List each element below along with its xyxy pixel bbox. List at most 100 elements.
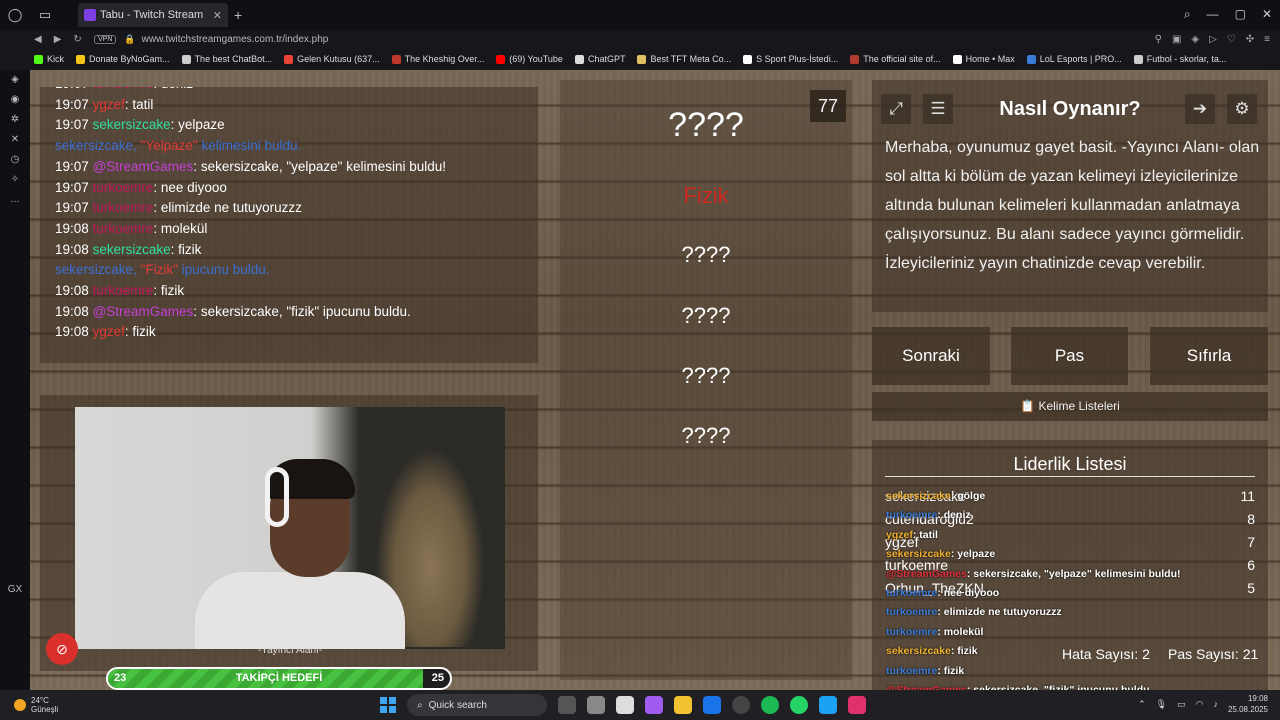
bookmark-label: Futbol - skorlar, ta... xyxy=(1146,54,1227,64)
heart-icon[interactable]: ♡ xyxy=(1227,34,1236,45)
chat-message: 19:08 turkoemre: fizik xyxy=(55,283,185,299)
clock-time: 19:08 xyxy=(1247,694,1268,703)
leader-score: 5 xyxy=(1247,580,1255,596)
clock-icon[interactable]: ◷ xyxy=(11,154,20,165)
leader-score: 8 xyxy=(1247,511,1255,527)
settings-gear-icon[interactable]: ⚙ xyxy=(1227,94,1257,124)
extensions-icon[interactable]: ✣ xyxy=(1246,34,1254,45)
tab-active[interactable]: Tabu - Twitch Stream ✕ xyxy=(78,3,228,27)
chat-username[interactable]: @StreamGames xyxy=(93,159,194,174)
clock[interactable]: 19:08 25.08.2025 xyxy=(1228,693,1268,715)
bookmark-label: The Kheshig Over... xyxy=(404,54,485,64)
chat-username[interactable]: sekersizcake xyxy=(93,117,171,132)
exit-icon[interactable]: ➔ xyxy=(1185,94,1215,124)
chat-username[interactable]: turkoemre xyxy=(93,221,154,236)
opera-gx-icon[interactable] xyxy=(732,696,750,714)
chat-text: yelpaze xyxy=(178,117,225,133)
chat-username[interactable]: sekersizcake xyxy=(93,242,171,257)
opera-logo-icon[interactable]: ◯ xyxy=(0,0,30,30)
maximize-icon[interactable]: ▢ xyxy=(1235,7,1246,22)
record-button[interactable]: ⊘ xyxy=(46,633,78,665)
overlay-chat-message: turkoemre: nee diyooo xyxy=(886,587,999,599)
notice-text: kelimesini buldu. xyxy=(201,138,302,154)
menu-icon[interactable]: ≡ xyxy=(1264,34,1270,45)
spotify-icon[interactable] xyxy=(761,696,779,714)
overlay-chat-message: sekersizcake: gölge xyxy=(886,490,985,502)
reset-button[interactable]: Sıfırla xyxy=(1150,327,1268,385)
x-twitter-icon[interactable]: ✕ xyxy=(11,134,19,145)
start-icon[interactable] xyxy=(380,697,396,713)
bulb-icon[interactable]: ✧ xyxy=(11,174,19,185)
wifi-icon[interactable]: ◠ xyxy=(1196,699,1204,710)
shield-icon[interactable]: ◈ xyxy=(1191,34,1199,45)
bookmark-item[interactable]: Kick xyxy=(34,54,64,64)
overlay-username: turkoemre xyxy=(886,509,938,522)
bookmark-item[interactable]: (69) YouTube xyxy=(496,54,563,64)
weather-widget[interactable]: 24°C Güneşli xyxy=(14,696,58,714)
play-icon[interactable]: ▷ xyxy=(1209,34,1217,45)
pin-icon[interactable]: ⚲ xyxy=(1155,34,1162,45)
close-window-icon[interactable]: ✕ xyxy=(1262,7,1272,22)
bookmark-item[interactable]: ChatGPT xyxy=(574,54,625,64)
search-tabs-icon[interactable]: ⌕ xyxy=(1184,7,1191,22)
minimize-icon[interactable]: — xyxy=(1207,7,1219,22)
twitch-icon[interactable]: ◉ xyxy=(11,94,20,105)
file-explorer-icon[interactable] xyxy=(674,696,692,714)
chat-message: 19:07 @StreamGames: sekersizcake, "yelpa… xyxy=(55,158,447,174)
copilot-icon[interactable] xyxy=(645,696,663,714)
gear-icon[interactable]: ✲ xyxy=(11,114,19,125)
chat-username[interactable]: turkoemre xyxy=(93,180,154,195)
chat-username[interactable]: turkoemre xyxy=(93,200,154,215)
tray-chevron-icon[interactable]: ⌃ xyxy=(1138,699,1146,710)
chat-username[interactable]: sekersizcake xyxy=(55,138,133,153)
chat-username[interactable]: @StreamGames xyxy=(93,304,194,319)
outlook-icon[interactable] xyxy=(703,696,721,714)
chat-username[interactable]: turkoemre xyxy=(93,87,154,91)
taskbar-search[interactable]: ⌕ Quick search xyxy=(407,694,547,716)
bookmark-item[interactable]: Donate ByNoGam... xyxy=(76,54,170,64)
hidden-hint: ???? xyxy=(681,303,731,328)
more-icon[interactable]: … xyxy=(10,194,20,205)
bookmark-item[interactable]: Futbol - skorlar, ta... xyxy=(1133,54,1227,64)
chat-username[interactable]: sekersizcake xyxy=(55,262,133,277)
settings-app-icon[interactable] xyxy=(587,696,605,714)
whatsapp-icon[interactable] xyxy=(790,696,808,714)
bookmark-item[interactable]: Home • Max xyxy=(952,54,1015,64)
tab-title: Tabu - Twitch Stream xyxy=(100,9,204,21)
new-tab-button[interactable]: + xyxy=(234,7,242,23)
chat-username[interactable]: turkoemre xyxy=(93,283,154,298)
bookmark-item[interactable]: S Sport Plus-İstedi... xyxy=(743,54,838,64)
bookmark-item[interactable]: Best TFT Meta Co... xyxy=(637,54,731,64)
close-tab-icon[interactable]: ✕ xyxy=(213,9,222,22)
chat-username[interactable]: ygzef xyxy=(93,97,125,112)
volume-icon[interactable]: ♪ xyxy=(1213,699,1218,709)
mic-icon[interactable]: 🎙 xyxy=(1156,699,1167,710)
url-field[interactable]: www.twitchstreamgames.com.tr/index.php xyxy=(142,34,329,45)
forward-icon[interactable]: ▶ xyxy=(54,34,62,45)
chat-username[interactable]: ygzef xyxy=(93,324,125,339)
store-icon[interactable] xyxy=(616,696,634,714)
chat-message: 19:07 sekersizcake: yelpaze xyxy=(55,117,225,133)
back-icon[interactable]: ◀ xyxy=(34,34,42,45)
bookmark-item[interactable]: The official site of... xyxy=(850,54,941,64)
snapshot-icon[interactable]: ▣ xyxy=(1172,34,1181,45)
lock-icon[interactable]: 🔒 xyxy=(124,34,135,45)
display-icon[interactable]: ▭ xyxy=(1177,699,1186,710)
instagram-icon[interactable] xyxy=(848,696,866,714)
task-view-icon[interactable] xyxy=(558,696,576,714)
word-lists-button[interactable]: 📋 Kelime Listeleri xyxy=(872,392,1268,421)
twitter-icon[interactable] xyxy=(819,696,837,714)
pass-button[interactable]: Pas xyxy=(1011,327,1128,385)
bookmark-item[interactable]: Gelen Kutusu (637... xyxy=(284,54,380,64)
leader-score: 6 xyxy=(1247,557,1255,573)
next-button[interactable]: Sonraki xyxy=(872,327,990,385)
vpn-badge[interactable]: VPN xyxy=(94,34,117,44)
bookmark-item[interactable]: The best ChatBot... xyxy=(181,54,272,64)
bookmark-item[interactable]: LoL Esports | PRO... xyxy=(1026,54,1122,64)
compass-icon[interactable]: ◈ xyxy=(11,74,19,85)
bookmark-item[interactable]: The Kheshig Over... xyxy=(391,54,485,64)
workspaces-icon[interactable]: ▭ xyxy=(30,0,60,30)
pass-count: Pas Sayısı: 21 xyxy=(1168,646,1259,662)
streamer-body xyxy=(195,572,405,649)
reload-icon[interactable]: ↻ xyxy=(73,34,81,45)
